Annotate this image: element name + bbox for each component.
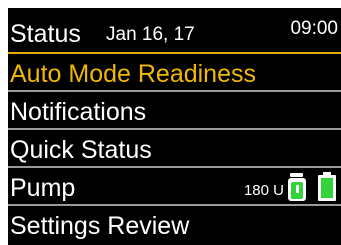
page-title: Status — [10, 20, 81, 48]
menu-item-notifications[interactable]: Notifications — [8, 90, 341, 128]
menu-item-auto-mode-readiness[interactable]: Auto Mode Readiness — [8, 52, 341, 90]
battery-icon — [318, 172, 336, 201]
menu-item-settings-review[interactable]: Settings Review — [8, 204, 341, 242]
header-time: 09:00 — [290, 18, 338, 39]
status-header: Status Jan 16, 17 09:00 — [8, 8, 341, 52]
menu-item-label: Pump — [10, 174, 76, 202]
reservoir-icon — [288, 173, 306, 201]
reservoir-level: 180 U — [243, 182, 284, 199]
menu-item-label: Notifications — [10, 98, 147, 126]
screen-frame: Status Jan 16, 17 09:00 Auto Mode Readin… — [8, 8, 341, 245]
menu-item-label: Quick Status — [10, 136, 152, 164]
header-date: Jan 16, 17 — [106, 24, 195, 45]
menu-item-pump[interactable]: Pump 180 U — [8, 166, 341, 204]
device-screen: Status Jan 16, 17 09:00 Auto Mode Readin… — [0, 0, 341, 245]
menu-item-quick-status[interactable]: Quick Status — [8, 128, 341, 166]
menu-item-label: Auto Mode Readiness — [10, 60, 256, 88]
menu-item-label: Settings Review — [10, 212, 190, 240]
